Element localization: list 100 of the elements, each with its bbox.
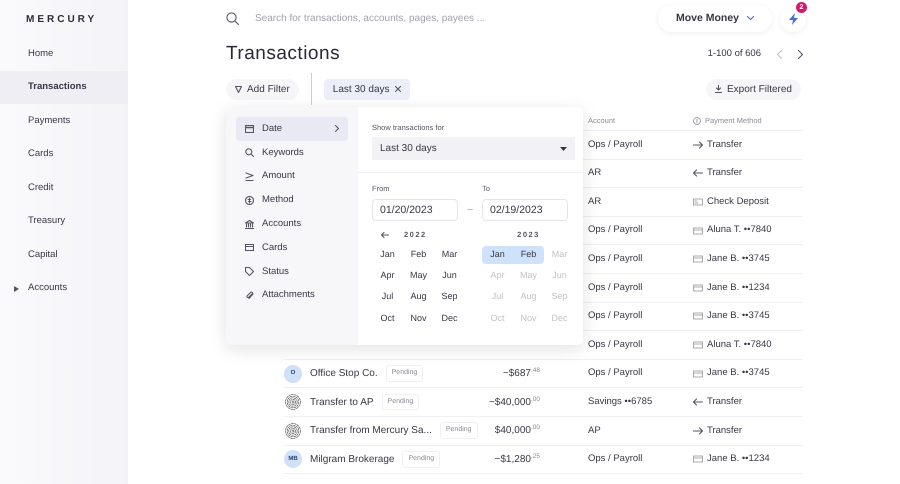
account: Ops / Payroll (588, 366, 644, 380)
month-button[interactable]: Jan (482, 246, 513, 264)
bank-icon (245, 220, 254, 229)
account: Savings ••6785 (588, 395, 654, 410)
account: Ops / Payroll (588, 309, 644, 324)
card-icon (693, 284, 703, 292)
filter-menu-item[interactable]: Accounts (236, 212, 348, 236)
chevron-down-icon (747, 16, 754, 21)
download-icon (714, 85, 722, 93)
sidebar-item[interactable]: Treasury (0, 204, 128, 238)
month-button[interactable]: Dec (434, 309, 465, 328)
filter-chip[interactable]: Last 30 days (324, 78, 410, 100)
amount: −$40,000$^{.00}$ (488, 394, 540, 410)
account: AR (588, 194, 602, 209)
account: Ops / Payroll (588, 280, 644, 295)
page-title: Transactions (226, 42, 340, 66)
sidebar-item[interactable]: Capital (0, 238, 128, 272)
add-filter-button[interactable]: Add Filter (226, 78, 299, 100)
sidebar-item[interactable]: Payments (0, 104, 128, 138)
month-button[interactable]: Mar (434, 246, 465, 264)
filter-icon (235, 86, 242, 92)
amount: −$1,280$^{.25}$ (494, 452, 540, 467)
search-icon (245, 148, 254, 158)
filter-menu-item[interactable]: Attachments (236, 284, 348, 308)
amount: $40,000$^{.00}$ (494, 423, 540, 438)
next-page-icon[interactable] (798, 50, 803, 58)
lightning-icon (788, 12, 798, 24)
account: Ops / Payroll (588, 338, 644, 352)
card-icon (693, 226, 703, 235)
logo: MERCURY (25, 13, 98, 27)
account: AP (588, 424, 602, 438)
payment-method: Aluna T. ••7840 (707, 223, 772, 238)
date-range-select[interactable]: Last 30 days (372, 137, 575, 160)
move-money-button[interactable]: Move Money (658, 5, 772, 32)
account: Ops / Payroll (588, 138, 644, 152)
card-icon (693, 340, 703, 349)
search-field[interactable]: Search for transactions, accounts, pages, payees ... (255, 11, 635, 26)
payment-method: Jane B. ••1234 (707, 452, 770, 466)
filter-menu-item[interactable]: Date (236, 117, 348, 141)
payment-method: Check Deposit (707, 194, 769, 209)
payment-method: Jane B. ••3745 (707, 309, 770, 324)
payment-method: Transfer (707, 138, 742, 152)
paperclip-icon (245, 290, 254, 300)
month-button[interactable]: Apr (372, 266, 403, 285)
caret-down-icon (560, 146, 567, 151)
month-button[interactable]: Feb (403, 246, 434, 264)
previous-year-icon[interactable] (381, 232, 389, 238)
sidebar-item[interactable]: Credit (0, 171, 128, 204)
payee-name: Office Stop Co. (310, 367, 378, 382)
date-field[interactable]: 01/20/2023 (372, 198, 458, 220)
month-button[interactable]: Oct (372, 309, 403, 328)
card-icon (245, 243, 254, 252)
payment-method: Aluna T. ••7840 (707, 338, 772, 352)
payment-method: Transfer (707, 424, 742, 438)
arrow-right-icon (693, 140, 703, 149)
month-button[interactable]: Jan (372, 246, 403, 264)
sidebar-item[interactable]: Home (0, 37, 128, 70)
account: Ops / Payroll (588, 223, 644, 238)
payment-method: Jane B. ••1234 (707, 280, 770, 295)
filter-menu-item[interactable]: Status (236, 260, 348, 284)
month-button[interactable]: Feb (513, 246, 544, 264)
payment-method: Jane B. ••3745 (707, 252, 770, 266)
search-icon (226, 12, 239, 25)
filter-menu-item[interactable]: Amount (236, 164, 348, 188)
account: AR (588, 166, 602, 180)
account: Ops / Payroll (588, 252, 644, 266)
card-icon (693, 312, 703, 320)
month-button[interactable]: Aug (403, 288, 434, 306)
tag-icon (245, 267, 254, 276)
filter-menu-item[interactable]: Keywords (236, 140, 348, 165)
chevron-right-icon (335, 125, 339, 132)
pagination-range: 1-100 of 606 (708, 46, 761, 61)
card-icon (693, 370, 703, 378)
month-button[interactable]: Sep (434, 288, 465, 306)
card-icon (693, 255, 703, 264)
date-field[interactable]: 02/19/2023 (482, 198, 568, 220)
month-button[interactable]: May (403, 266, 434, 285)
payment-method: Transfer (707, 395, 742, 410)
arrow-right-icon (693, 426, 703, 435)
arrow-left-icon (693, 398, 703, 406)
sidebar-item[interactable]: Transactions (0, 70, 128, 104)
payee-name: Milgram Brokerage (310, 452, 394, 467)
logo-icon (284, 393, 302, 412)
payment-method: Jane B. ••3745 (707, 366, 770, 380)
month-button[interactable]: Jul (372, 288, 403, 306)
arrow-left-icon (693, 169, 703, 178)
payment-method: Transfer (707, 166, 742, 180)
payee-name: Transfer from Mercury Sa... (310, 424, 432, 438)
calendar-icon (245, 124, 254, 134)
amount: −$687$^{.48}$ (502, 366, 540, 382)
greater-equal-icon (245, 172, 254, 181)
sidebar-item[interactable]: Cards (0, 138, 128, 171)
filter-menu-item[interactable]: Method (236, 188, 348, 212)
sidebar-item[interactable]: Accounts (0, 272, 128, 305)
check-icon (693, 198, 703, 206)
export-button[interactable]: Export Filtered (706, 78, 801, 100)
month-button[interactable]: Jun (434, 266, 465, 285)
month-button[interactable]: Nov (403, 309, 434, 328)
filter-menu-item[interactable]: Cards (236, 236, 348, 260)
range-separator: – (466, 202, 474, 216)
